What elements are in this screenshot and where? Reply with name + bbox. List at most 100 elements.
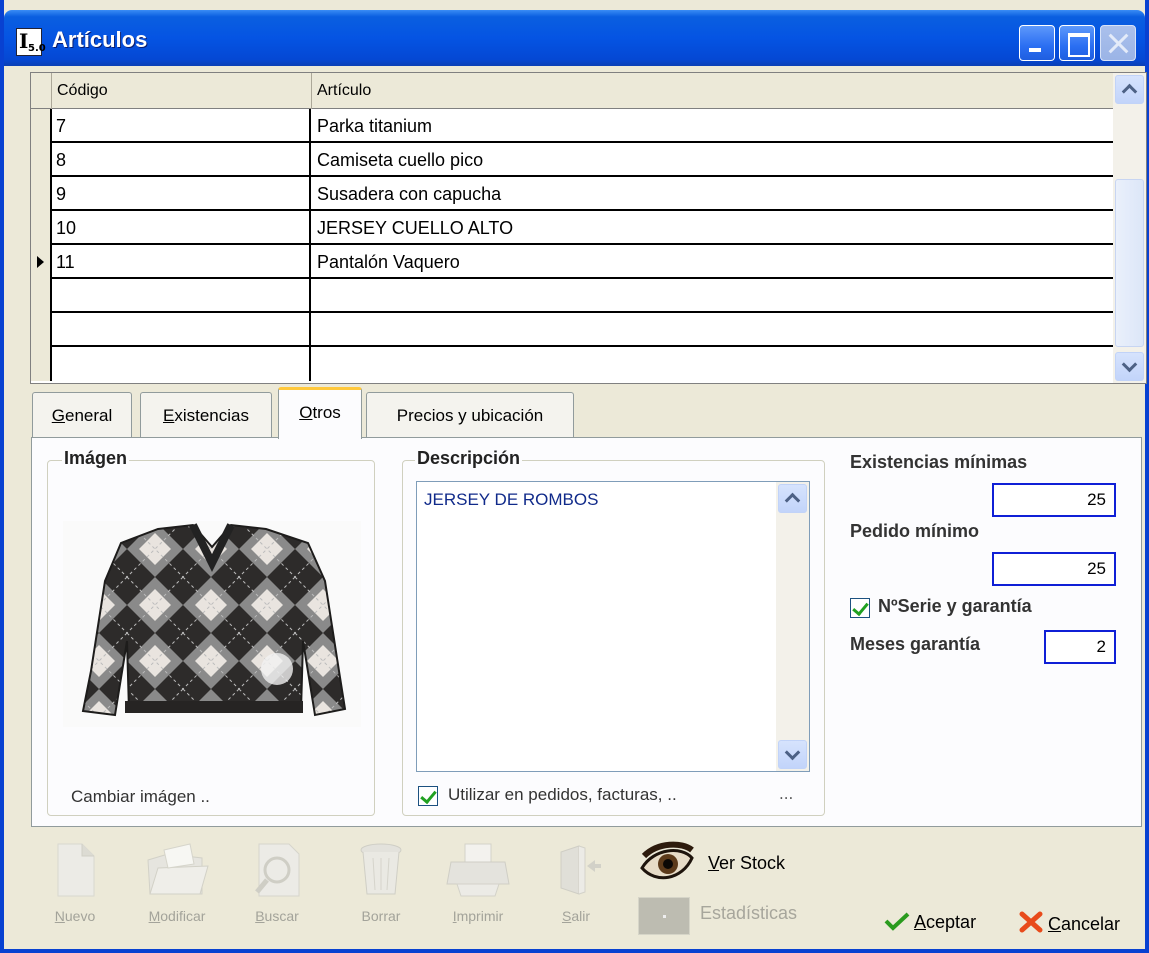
aceptar-button[interactable]: Aceptar — [884, 911, 976, 933]
description-textarea[interactable] — [416, 481, 810, 772]
articles-grid[interactable]: Código Artículo 7 Parka titanium 8 Camis… — [30, 72, 1147, 384]
description-text[interactable]: JERSEY DE ROMBOS — [424, 490, 598, 510]
minimize-button[interactable] — [1019, 25, 1055, 61]
modificar-button[interactable]: Modificar — [132, 840, 222, 940]
use-in-documents-checkbox[interactable] — [418, 786, 438, 806]
change-image-post: en .. — [176, 787, 210, 806]
eye-icon — [640, 841, 694, 880]
tab-general[interactable]: General — [32, 392, 132, 438]
tab-precios-label: Precios y ubicación — [396, 406, 544, 425]
cell-codigo[interactable]: 11 — [52, 245, 311, 279]
grid-header: Código Artículo — [31, 73, 1113, 109]
title-bar[interactable]: I 5.0 Artículos — [4, 10, 1145, 66]
table-row[interactable]: 7 Parka titanium — [31, 109, 1113, 143]
app-icon-version: 5.0 — [28, 43, 46, 54]
row-indicator[interactable] — [31, 109, 52, 143]
cell-codigo[interactable] — [52, 279, 311, 313]
cell-articulo[interactable] — [312, 279, 1112, 313]
cell-codigo[interactable]: 8 — [52, 143, 311, 177]
desc-scroll-up-button[interactable] — [778, 484, 807, 513]
tab-existencias-label: xistencias — [174, 406, 249, 425]
row-indicator[interactable] — [31, 143, 52, 177]
buscar-button[interactable]: Buscar — [240, 840, 314, 940]
check-icon — [884, 912, 910, 931]
cell-codigo[interactable]: 9 — [52, 177, 311, 211]
tab-otros[interactable]: Otros — [278, 387, 362, 439]
cell-codigo[interactable]: 7 — [52, 109, 311, 143]
table-row[interactable] — [31, 347, 1113, 381]
header-articulo[interactable]: Artículo — [312, 73, 1113, 109]
serial-warranty-label[interactable]: NºSerie y garantía — [878, 596, 1032, 617]
cell-articulo[interactable]: Susadera con capucha — [312, 177, 1112, 211]
row-indicator[interactable] — [31, 177, 52, 211]
scroll-down-button[interactable] — [1115, 352, 1144, 381]
tab-general-accel: G — [51, 406, 65, 425]
window-title: Artículos — [52, 27, 148, 52]
maximize-button[interactable] — [1059, 25, 1095, 61]
cell-articulo[interactable] — [312, 313, 1112, 347]
min-stock-label: Existencias mínimas — [850, 452, 1028, 472]
row-indicator[interactable] — [31, 211, 52, 245]
row-indicator[interactable] — [31, 313, 52, 347]
row-indicator[interactable] — [31, 245, 52, 279]
scroll-thumb[interactable] — [1115, 179, 1144, 347]
table-row[interactable] — [31, 279, 1113, 313]
statistics-icon[interactable] — [638, 897, 690, 935]
more-options-dots[interactable]: ... — [779, 785, 793, 803]
description-group-title: Descripción — [415, 448, 523, 469]
table-row[interactable]: 10 JERSEY CUELLO ALTO — [31, 211, 1113, 245]
change-image-pre: Cambiar imá — [71, 787, 168, 806]
table-row[interactable]: 9 Susadera con capucha — [31, 177, 1113, 211]
salir-button[interactable]: Salir — [544, 840, 608, 940]
new-document-icon — [57, 843, 95, 897]
header-codigo[interactable]: Código — [52, 73, 312, 109]
header-indicator-cell — [31, 73, 52, 109]
salir-label: Salir — [561, 908, 590, 924]
borrar-button[interactable]: Borrar — [344, 840, 418, 940]
cell-articulo[interactable]: Parka titanium — [312, 109, 1112, 143]
tab-general-label: eneral — [64, 406, 113, 425]
cancelar-button[interactable]: Cancelar — [1019, 911, 1120, 935]
cell-articulo[interactable]: Pantalón Vaquero — [312, 245, 1112, 279]
cell-codigo[interactable] — [52, 347, 311, 381]
estadisticas-label[interactable]: Estadísticas — [700, 903, 797, 924]
cancelar-label: ancelar — [1061, 914, 1121, 934]
min-order-input[interactable]: 25 — [992, 552, 1116, 586]
desc-scroll-down-button[interactable] — [778, 740, 807, 769]
tab-otros-label: tros — [312, 403, 341, 422]
cell-articulo[interactable]: JERSEY CUELLO ALTO — [312, 211, 1112, 245]
close-button[interactable] — [1100, 25, 1136, 61]
cell-codigo[interactable] — [52, 313, 311, 347]
ver-stock-label[interactable]: Ver Stock — [708, 853, 785, 874]
exit-door-icon — [560, 845, 601, 895]
tab-precios-ubicacion[interactable]: Precios y ubicación — [366, 392, 574, 438]
nuevo-button[interactable]: Nuevo — [40, 840, 110, 940]
row-indicator[interactable] — [31, 347, 52, 381]
ver-stock-button[interactable] — [636, 840, 696, 890]
scroll-up-button[interactable] — [1115, 75, 1144, 104]
warranty-months-input[interactable]: 2 — [1044, 630, 1116, 664]
cell-articulo[interactable]: Camiseta cuello pico — [312, 143, 1112, 177]
modificar-label: Modificar — [148, 908, 206, 924]
table-row[interactable] — [31, 313, 1113, 347]
printer-icon — [446, 843, 510, 897]
table-row-current[interactable]: 11 Pantalón Vaquero — [31, 245, 1113, 279]
grid-scrollbar[interactable] — [1113, 73, 1146, 383]
product-image[interactable] — [63, 521, 361, 727]
use-in-documents-label[interactable]: Utilizar en pedidos, facturas, .. — [448, 785, 677, 805]
grid-rows: 7 Parka titanium 8 Camiseta cuello pico … — [31, 109, 1113, 381]
cell-codigo[interactable]: 10 — [52, 211, 311, 245]
cell-articulo[interactable] — [312, 347, 1112, 381]
search-document-icon — [255, 843, 300, 897]
row-indicator[interactable] — [31, 279, 52, 313]
imprimir-button[interactable]: Imprimir — [436, 840, 520, 940]
tab-existencias[interactable]: Existencias — [140, 392, 272, 438]
trash-can-icon — [360, 843, 402, 895]
serial-warranty-checkbox[interactable] — [850, 598, 870, 618]
table-row[interactable]: 8 Camiseta cuello pico — [31, 143, 1113, 177]
change-image-link[interactable]: Cambiar imágen .. — [71, 787, 210, 807]
min-order-label: Pedido mínimo — [850, 521, 980, 541]
min-stock-input[interactable]: 25 — [992, 483, 1116, 517]
description-scrollbar[interactable] — [776, 482, 809, 771]
articulos-window: I 5.0 Artículos Código Artículo 7 Parka … — [0, 0, 1149, 953]
